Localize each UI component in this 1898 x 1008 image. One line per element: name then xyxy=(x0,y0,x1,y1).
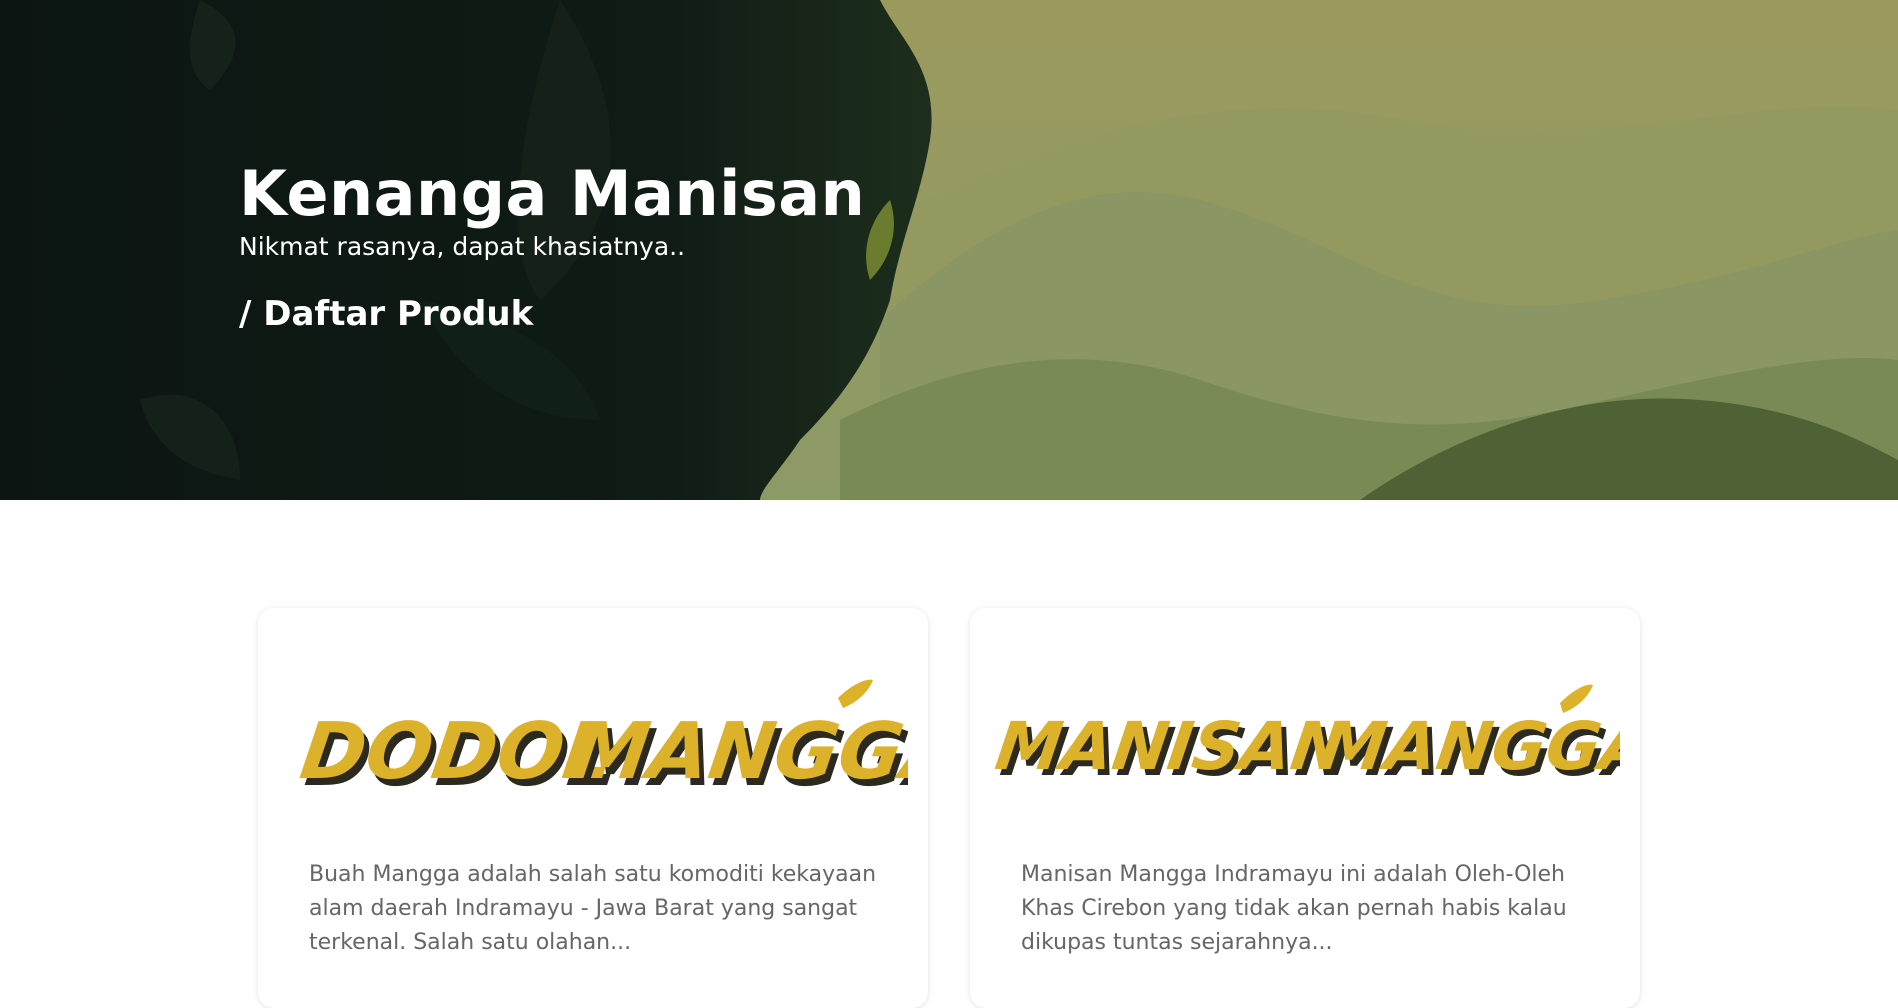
logo-word-2: MANGGA xyxy=(565,706,908,797)
logo-word-2: MANGGA xyxy=(1315,707,1620,785)
site-tagline: Nikmat rasanya, dapat khasiatnya.. xyxy=(239,232,686,261)
hero-banner: Kenanga Manisan Nikmat rasanya, dapat kh… xyxy=(0,0,1898,500)
site-title: Kenanga Manisan xyxy=(239,157,866,230)
product-card-manisan-mangga[interactable]: MANISAN MANISAN MANGGA MANGGA Manisan Ma… xyxy=(970,608,1640,1008)
breadcrumb: / Daftar Produk xyxy=(239,294,534,334)
logo-word-1: MANISAN xyxy=(991,707,1352,785)
product-logo-dodol-mangga: DODOL DODOL MANGGA MANGGA xyxy=(278,678,928,808)
hero-text-block: Kenanga Manisan Nikmat rasanya, dapat kh… xyxy=(239,158,865,336)
leaf-icon xyxy=(838,679,873,708)
product-description: Buah Mangga adalah salah satu komoditi k… xyxy=(309,862,877,955)
product-card-dodol-mangga[interactable]: DODOL DODOL MANGGA MANGGA Buah Mangga ad… xyxy=(258,608,928,1008)
product-description: Manisan Mangga Indramayu ini adalah Oleh… xyxy=(1021,862,1567,955)
product-list: DODOL DODOL MANGGA MANGGA Buah Mangga ad… xyxy=(0,500,1898,1008)
product-logo-manisan-mangga: MANISAN MANISAN MANGGA MANGGA xyxy=(990,678,1640,808)
